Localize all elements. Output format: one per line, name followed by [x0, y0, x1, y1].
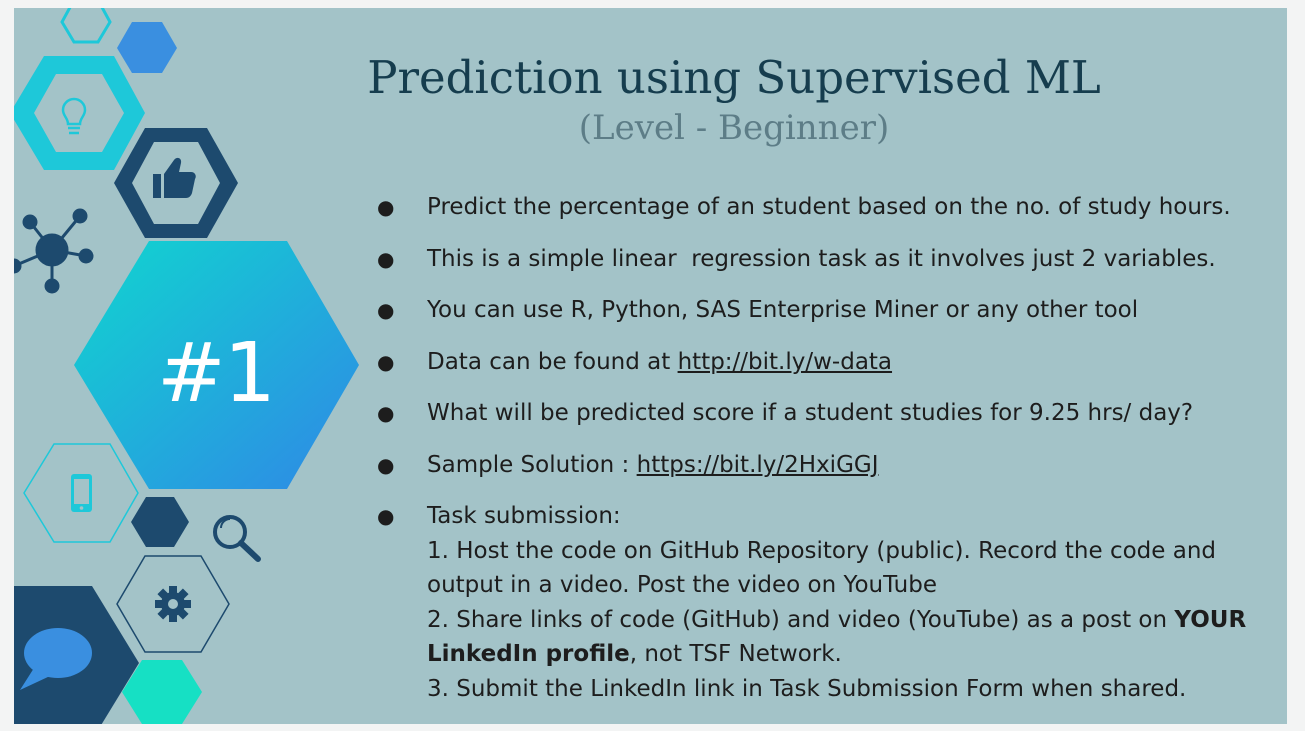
- slide-subtitle: (Level - Beginner): [578, 108, 890, 148]
- task-bullet-list: ● Predict the percentage of an student b…: [377, 190, 1257, 723]
- sample-solution-link[interactable]: https://bit.ly/2HxiGGJ: [637, 452, 879, 478]
- magnifier-icon: [213, 515, 261, 562]
- bullet-text: Sample Solution :: [427, 451, 637, 478]
- bullet-predict: ● Predict the percentage of an student b…: [377, 190, 1257, 225]
- bullet-data: ● Data can be found at http://bit.ly/w-d…: [377, 345, 1257, 380]
- slide-title: Prediction using Supervised ML: [367, 51, 1101, 104]
- step-2-suffix: , not TSF Network.: [629, 641, 842, 667]
- network-icon: [14, 208, 94, 294]
- bullet-question: ● What will be predicted score if a stud…: [377, 396, 1257, 431]
- bullet-marker: ●: [377, 504, 395, 528]
- task-number: #1: [157, 325, 276, 421]
- submission-step-3: 3. Submit the LinkedIn link in Task Subm…: [427, 675, 1187, 702]
- bullet-text: Predict the percentage of an student bas…: [427, 194, 1231, 220]
- bullet-solution: ● Sample Solution : https://bit.ly/2HxiG…: [377, 448, 1257, 483]
- submission-heading: Task submission:: [427, 503, 621, 529]
- bullet-submission: ● Task submission: 1. Host the code on G…: [377, 499, 1257, 706]
- bullet-text: What will be predicted score if a studen…: [427, 400, 1194, 426]
- gear-icon: [155, 586, 191, 622]
- bullet-marker: ●: [377, 246, 395, 271]
- hex-navy-small: [131, 497, 189, 547]
- smartphone-icon: [71, 474, 92, 512]
- bullet-tools: ● You can use R, Python, SAS Enterprise …: [377, 293, 1257, 328]
- bullet-text: You can use R, Python, SAS Enterprise Mi…: [427, 297, 1139, 323]
- hex-outline-top: [60, 8, 112, 44]
- bullet-marker: ●: [377, 349, 395, 374]
- bullet-text: This is a simple linear regression task …: [427, 245, 1216, 272]
- bullet-text: Data can be found at: [427, 348, 678, 375]
- bullet-regression: ● This is a simple linear regression tas…: [377, 242, 1257, 277]
- hex-blue-top: [117, 22, 177, 73]
- data-link[interactable]: http://bit.ly/w-data: [678, 349, 892, 375]
- submission-step-2: 2. Share links of code (GitHub) and vide…: [427, 603, 1257, 672]
- bullet-marker: ●: [377, 298, 395, 322]
- submission-step-1: 1. Host the code on GitHub Repository (p…: [427, 537, 1217, 599]
- bullet-marker: ●: [377, 401, 395, 425]
- bullet-marker: ●: [377, 195, 395, 219]
- bullet-marker: ●: [377, 452, 395, 477]
- slide: #1 Prediction using Supervised ML (Level…: [14, 8, 1287, 724]
- step-2-prefix: 2. Share links of code (GitHub) and vide…: [427, 606, 1175, 633]
